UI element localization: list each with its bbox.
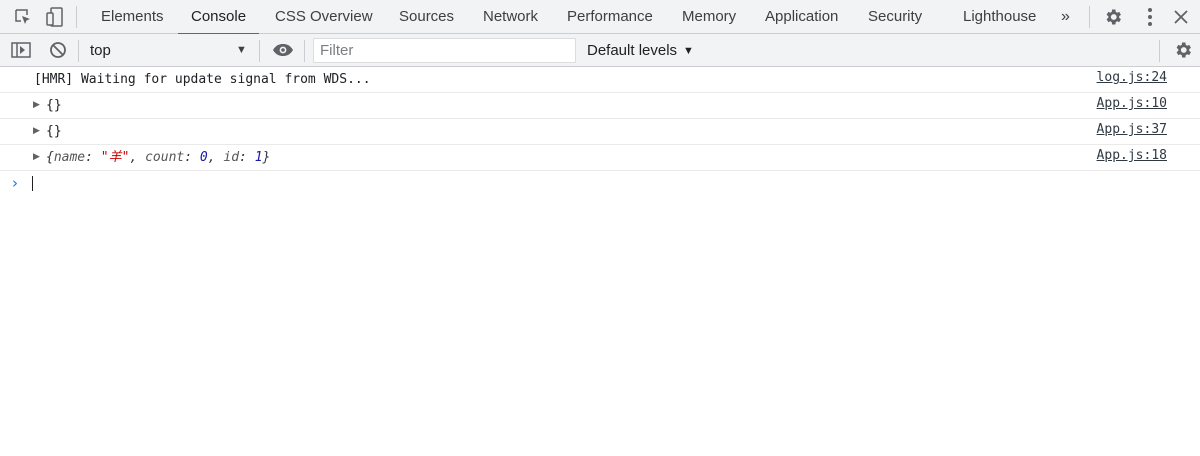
text-caret — [32, 176, 33, 191]
source-link[interactable]: App.js:10 — [1097, 91, 1167, 116]
tab-performance[interactable]: Performance — [567, 0, 653, 34]
object-preview[interactable]: {name: "羊", count: 0, id: 1} — [46, 145, 270, 170]
tab-console[interactable]: Console — [177, 0, 260, 35]
object-number-value: 0 — [199, 150, 208, 165]
javascript-context-select[interactable]: top — [90, 34, 111, 67]
log-levels-select[interactable]: Default levels ▼ — [587, 34, 694, 67]
console-input-area[interactable] — [0, 198, 1200, 456]
devtools-tab-bar: Elements Console CSS Overview Sources Ne… — [0, 0, 1200, 35]
toolbar-separator — [1159, 40, 1160, 62]
object-preview[interactable]: {} — [46, 93, 62, 118]
source-link[interactable]: log.js:24 — [1097, 65, 1167, 90]
close-icon[interactable] — [1170, 6, 1192, 28]
filter-input[interactable] — [313, 38, 576, 63]
tab-bar-separator — [1089, 6, 1090, 28]
object-string-value: "羊" — [100, 150, 130, 165]
expand-triangle-icon[interactable]: ▶ — [33, 119, 40, 144]
live-expression-eye-icon[interactable] — [272, 39, 294, 61]
object-brace: { — [46, 150, 54, 165]
object-key: id — [223, 150, 240, 165]
tab-lighthouse[interactable]: Lighthouse — [963, 0, 1036, 34]
tab-sources[interactable]: Sources — [399, 0, 454, 34]
console-message: ▶ {} App.js:10 — [0, 93, 1200, 119]
object-punct: : — [239, 150, 255, 165]
expand-triangle-icon[interactable]: ▶ — [33, 93, 40, 118]
console-message: ▶ {name: "羊", count: 0, id: 1} App.js:18 — [0, 145, 1200, 171]
object-punct: , — [207, 150, 224, 165]
console-prompt[interactable]: › — [0, 172, 1200, 198]
object-key: count — [145, 150, 185, 165]
console-message-text: [HMR] Waiting for update signal from WDS… — [34, 72, 371, 87]
console-message: ▶ {} App.js:37 — [0, 119, 1200, 145]
source-link[interactable]: App.js:18 — [1097, 143, 1167, 168]
console-toolbar: top ▼ Default levels ▼ — [0, 34, 1200, 67]
clear-console-icon[interactable] — [47, 39, 69, 61]
object-key: name — [53, 150, 86, 165]
toolbar-separator — [259, 40, 260, 62]
tab-security[interactable]: Security — [868, 0, 922, 34]
inspect-element-icon[interactable] — [12, 6, 34, 28]
chevron-down-icon[interactable]: ▼ — [236, 34, 247, 67]
tab-elements[interactable]: Elements — [101, 0, 164, 34]
console-message: [HMR] Waiting for update signal from WDS… — [0, 67, 1200, 93]
log-levels-label: Default levels — [587, 42, 678, 59]
toolbar-separator — [78, 40, 79, 62]
console-settings-gear-icon[interactable] — [1172, 39, 1194, 61]
expand-triangle-icon[interactable]: ▶ — [33, 145, 40, 170]
tab-application[interactable]: Application — [765, 0, 838, 34]
tab-network[interactable]: Network — [483, 0, 538, 34]
device-toolbar-icon[interactable] — [44, 6, 66, 28]
object-punct: : — [85, 150, 101, 165]
tab-bar-separator — [76, 6, 77, 28]
object-punct: , — [129, 150, 146, 165]
kebab-menu-icon[interactable] — [1139, 6, 1161, 28]
source-link[interactable]: App.js:37 — [1097, 117, 1167, 142]
object-punct: : — [184, 150, 200, 165]
console-sidebar-icon[interactable] — [10, 39, 32, 61]
toolbar-separator — [304, 40, 305, 62]
gear-icon[interactable] — [1102, 6, 1124, 28]
chevron-down-icon: ▼ — [683, 45, 694, 57]
object-preview[interactable]: {} — [46, 119, 62, 144]
tab-css-overview[interactable]: CSS Overview — [275, 0, 373, 34]
object-number-value: 1 — [254, 150, 263, 165]
object-brace: } — [262, 150, 271, 165]
prompt-chevron-icon: › — [12, 174, 18, 192]
tab-memory[interactable]: Memory — [682, 0, 736, 34]
console-messages: [HMR] Waiting for update signal from WDS… — [0, 67, 1200, 171]
more-tabs-chevron-icon[interactable]: » — [1061, 0, 1070, 34]
